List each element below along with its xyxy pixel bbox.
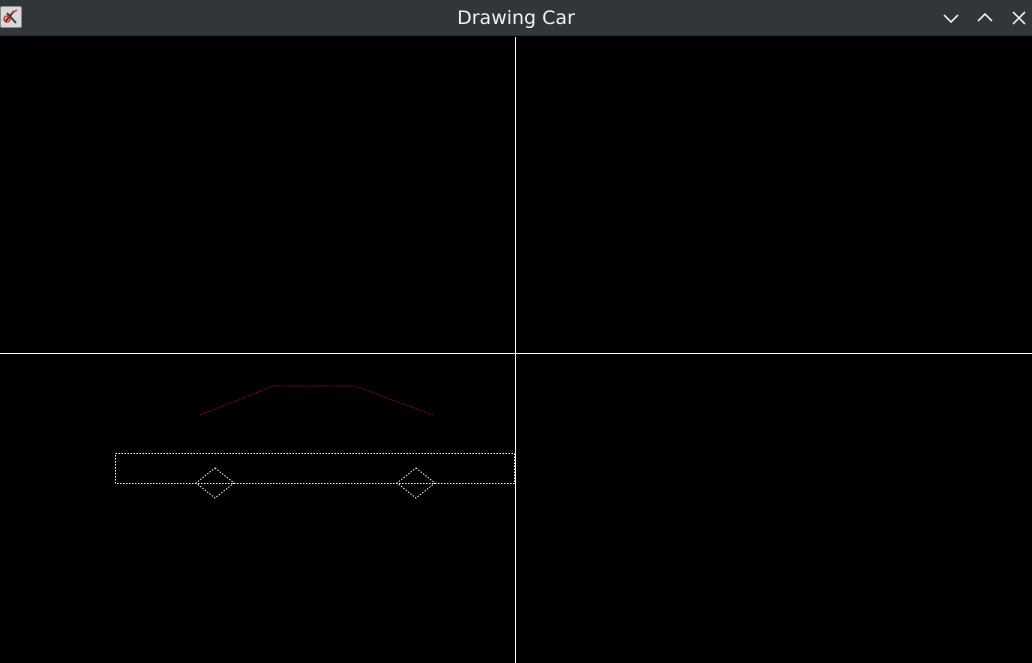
car-roof	[199, 385, 434, 416]
chevron-up-icon	[977, 12, 993, 22]
chevron-down-icon	[943, 14, 959, 24]
close-button[interactable]	[1007, 6, 1031, 30]
maximize-button[interactable]	[973, 6, 997, 30]
car-body	[115, 453, 515, 484]
drawing-surface	[0, 37, 1032, 663]
window-title: Drawing Car	[457, 7, 575, 29]
app-window: Drawing Car	[0, 0, 1032, 663]
close-icon	[1012, 11, 1026, 25]
minimize-button[interactable]	[939, 6, 963, 30]
drawing-canvas[interactable]	[0, 37, 1032, 663]
title-bar[interactable]: Drawing Car	[0, 0, 1032, 36]
